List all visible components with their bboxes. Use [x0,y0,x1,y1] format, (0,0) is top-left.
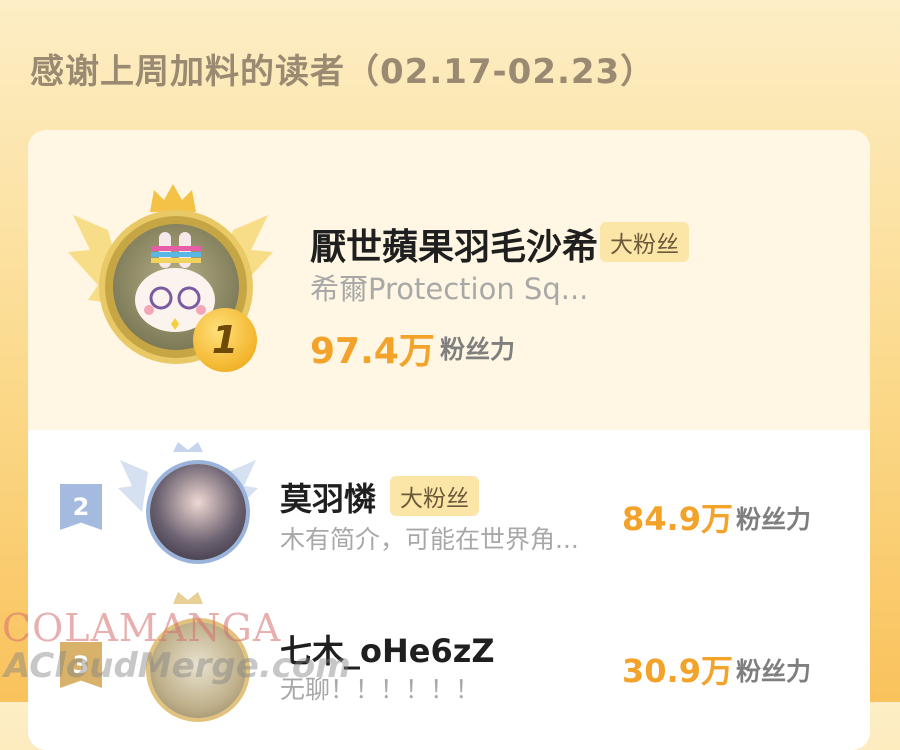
reader-name[interactable]: 厭世蘋果羽毛沙希 [310,218,598,270]
watermark: ACloudMerge.com [4,646,351,686]
reader-bio: 希爾Protection Sq... [310,272,589,306]
crown-icon [150,184,196,212]
fan-power-value: 84.9万 [622,500,733,538]
fan-power-label: 粉丝力 [736,505,812,534]
fan-power-value: 30.9万 [622,652,733,690]
fan-tag: 大粉丝 [600,222,689,262]
fan-power-label: 粉丝力 [440,335,516,364]
rank-1-entry[interactable]: 1 厭世蘋果羽毛沙希 大粉丝 希爾Protection Sq... 97.4万 … [28,130,870,430]
avatar[interactable] [150,464,246,560]
rank-badge: 1 [193,308,257,372]
rank-badge: 2 [60,484,102,530]
fan-power-value: 97.4万 [310,331,435,372]
reader-name[interactable]: 莫羽憐 [280,474,376,520]
page-title: 感谢上周加料的读者（02.17-02.23） [30,52,656,92]
fan-tag: 大粉丝 [390,476,479,516]
watermark: COLAMANGA [2,606,282,650]
fan-power-label: 粉丝力 [736,657,812,686]
reader-bio: 木有简介，可能在世界角... [280,525,579,554]
